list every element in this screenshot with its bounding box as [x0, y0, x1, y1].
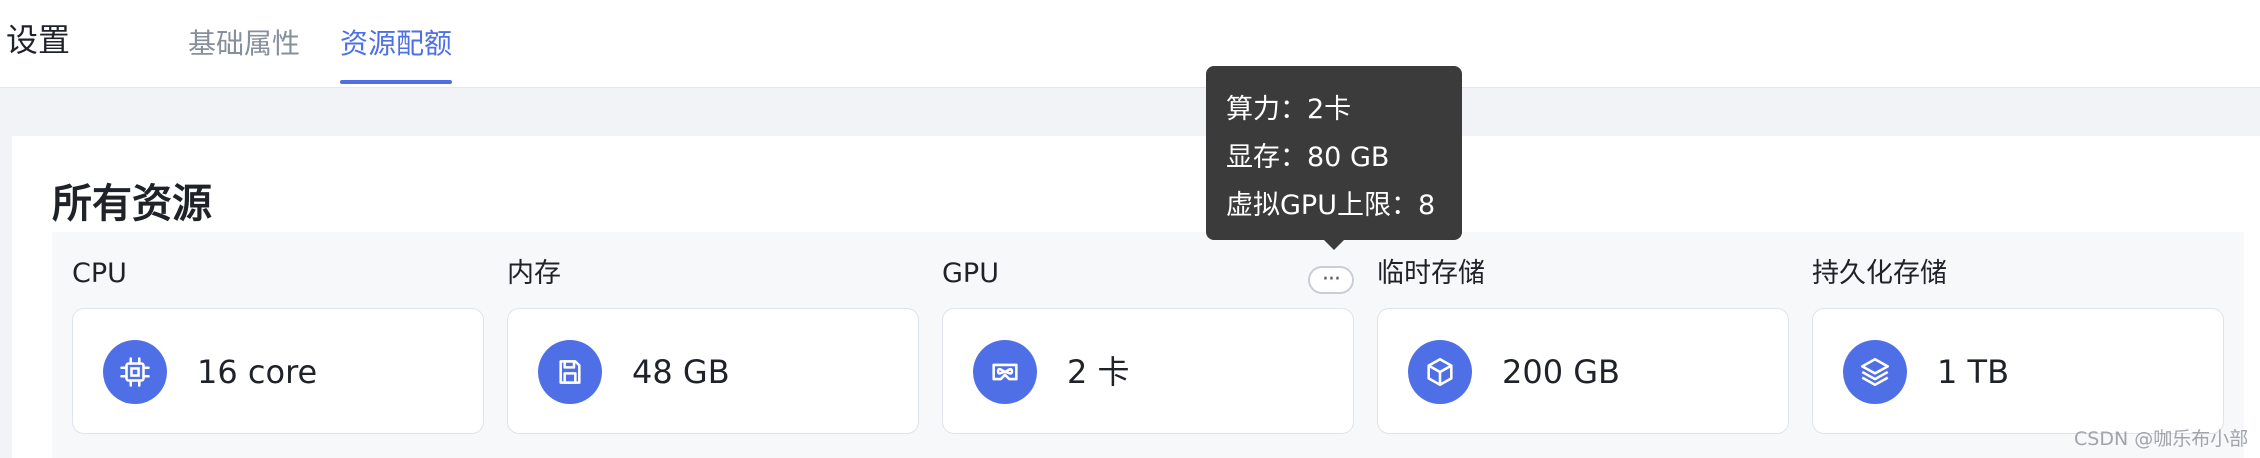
temp-storage-value: 200 GB [1502, 353, 1620, 391]
cube-icon [1408, 340, 1472, 404]
settings-page: 设置 基础属性 资源配额 所有资源 CPU 16 core 内存 48 GB G… [0, 0, 2260, 458]
page-title: 设置 [6, 21, 71, 59]
active-tab-indicator [340, 80, 452, 84]
gpu-icon [973, 340, 1037, 404]
memory-icon [538, 340, 602, 404]
tab-basic-properties[interactable]: 基础属性 [188, 24, 300, 64]
persistent-storage-label: 持久化存储 [1812, 258, 1947, 289]
gpu-label: GPU [942, 258, 999, 289]
cpu-label: CPU [72, 258, 127, 289]
tooltip-vgpu-limit: 虚拟GPU上限：8 [1226, 190, 1436, 221]
cpu-card: 16 core [72, 308, 484, 434]
gpu-card: 2 卡 [942, 308, 1354, 434]
memory-value: 48 GB [632, 353, 730, 391]
gpu-details-tooltip: 算力：2卡 显存：80 GB 虚拟GPU上限：8 [1206, 66, 1462, 250]
memory-card: 48 GB [507, 308, 919, 434]
header-bar: 设置 基础属性 资源配额 [0, 0, 2260, 88]
tooltip-vram: 显存：80 GB [1226, 142, 1390, 173]
layers-icon [1843, 340, 1907, 404]
tooltip-arrow [1324, 240, 1344, 250]
cpu-value: 16 core [197, 353, 318, 391]
memory-label: 内存 [507, 258, 561, 289]
tooltip-compute: 算力：2卡 [1226, 94, 1352, 125]
persistent-storage-value: 1 TB [1937, 353, 2010, 391]
watermark: CSDN @咖乐布小部 [2074, 428, 2249, 450]
section-title: 所有资源 [52, 181, 212, 227]
gpu-more-button[interactable]: ··· [1308, 266, 1354, 294]
temp-storage-label: 临时存储 [1377, 258, 1485, 289]
gpu-value: 2 卡 [1067, 353, 1130, 391]
tab-resource-quota[interactable]: 资源配额 [340, 24, 452, 64]
chip-icon [103, 340, 167, 404]
temp-storage-card: 200 GB [1377, 308, 1789, 434]
persistent-storage-card: 1 TB [1812, 308, 2224, 434]
